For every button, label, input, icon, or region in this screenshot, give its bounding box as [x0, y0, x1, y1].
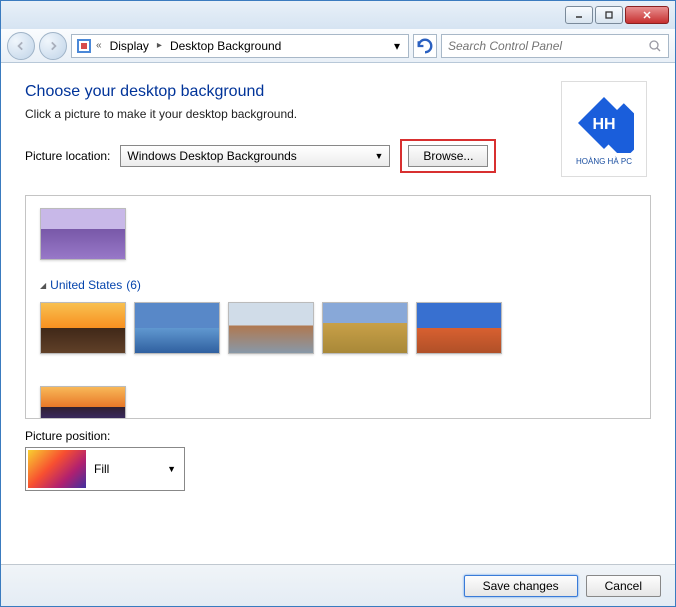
forward-button[interactable] — [39, 32, 67, 60]
group-count: (6) — [126, 278, 141, 292]
location-label: Picture location: — [25, 149, 110, 163]
wallpaper-thumb[interactable] — [416, 302, 502, 354]
address-dropdown-icon[interactable]: ▾ — [390, 39, 404, 53]
wallpaper-thumb[interactable] — [40, 208, 126, 260]
position-section: Picture position: Fill ▼ — [25, 429, 651, 491]
page-subtitle: Click a picture to make it your desktop … — [25, 107, 651, 121]
wallpaper-gallery[interactable]: ◢ United States (6) — [25, 195, 651, 419]
search-icon — [648, 39, 662, 53]
maximize-button[interactable] — [595, 6, 623, 24]
location-row: Picture location: Windows Desktop Backgr… — [25, 139, 651, 173]
wallpaper-thumb[interactable] — [134, 302, 220, 354]
position-preview-icon — [28, 450, 86, 488]
svg-text:HH: HH — [592, 116, 615, 133]
close-button[interactable] — [625, 6, 669, 24]
window: « Display ▸ Desktop Background ▾ HH HOÀN… — [0, 0, 676, 607]
chevron-icon: ▸ — [157, 40, 162, 51]
footer: Save changes Cancel — [1, 564, 675, 606]
content-area: HH HOÀNG HÀ PC Choose your desktop backg… — [1, 63, 675, 564]
save-button[interactable]: Save changes — [464, 575, 578, 597]
wallpaper-thumb[interactable] — [228, 302, 314, 354]
wallpaper-thumb[interactable] — [322, 302, 408, 354]
location-dropdown[interactable]: Windows Desktop Backgrounds ▼ — [120, 145, 390, 167]
position-value: Fill — [94, 462, 109, 476]
browse-highlight: Browse... — [400, 139, 496, 173]
navbar: « Display ▸ Desktop Background ▾ — [1, 29, 675, 63]
chevron-down-icon: ▼ — [374, 151, 383, 161]
breadcrumb-display[interactable]: Display — [106, 37, 153, 55]
position-dropdown[interactable]: Fill ▼ — [25, 447, 185, 491]
brand-text: HOÀNG HÀ PC — [576, 157, 632, 166]
wallpaper-thumb[interactable] — [40, 386, 126, 419]
location-value: Windows Desktop Backgrounds — [127, 149, 296, 163]
refresh-button[interactable] — [413, 34, 437, 58]
wallpaper-thumb[interactable] — [40, 302, 126, 354]
page-title: Choose your desktop background — [25, 83, 651, 101]
search-input[interactable] — [448, 39, 648, 53]
titlebar — [1, 1, 675, 29]
group-header[interactable]: ◢ United States (6) — [40, 278, 636, 292]
chevron-down-icon: ▼ — [167, 464, 176, 474]
control-panel-icon — [76, 38, 92, 54]
minimize-button[interactable] — [565, 6, 593, 24]
search-box[interactable] — [441, 34, 669, 58]
cancel-button[interactable]: Cancel — [586, 575, 661, 597]
address-bar[interactable]: « Display ▸ Desktop Background ▾ — [71, 34, 409, 58]
brand-logo: HH HOÀNG HÀ PC — [561, 81, 647, 177]
breadcrumb-current[interactable]: Desktop Background — [166, 37, 285, 55]
collapse-icon: ◢ — [40, 281, 46, 290]
back-button[interactable] — [7, 32, 35, 60]
browse-button[interactable]: Browse... — [408, 145, 488, 167]
chevron-icon: « — [96, 40, 102, 51]
position-label: Picture position: — [25, 429, 651, 443]
group-name: United States — [50, 278, 122, 292]
